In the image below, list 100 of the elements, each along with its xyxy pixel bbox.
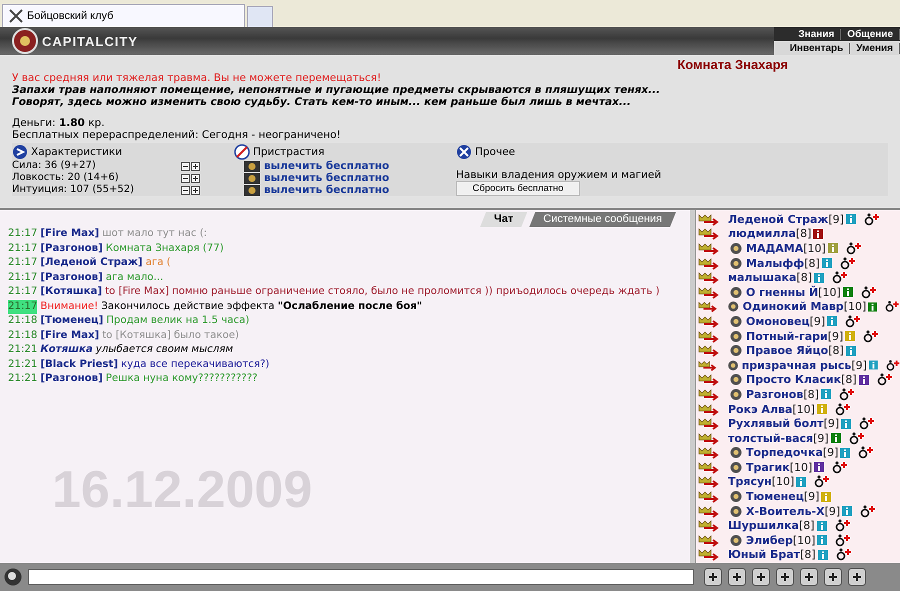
user-name[interactable]: призрачная рысь xyxy=(742,358,852,372)
message-text: ага мало... xyxy=(106,270,164,284)
message-text: было такое) xyxy=(174,328,239,342)
message-time: 21:21 xyxy=(8,343,38,357)
user-name[interactable]: Омоновец xyxy=(746,314,810,328)
recipient-text: to [Fire Max] xyxy=(105,285,169,299)
user-name[interactable]: О гненны Й xyxy=(746,286,818,299)
author-name[interactable]: [Black Priest] xyxy=(40,358,118,372)
message-text: улыбается своим мыслям xyxy=(96,343,234,357)
user-name[interactable]: людмилла xyxy=(728,227,796,240)
cure-link[interactable]: вылечить бесплатно xyxy=(264,172,390,184)
user-name[interactable]: Шуршилка xyxy=(728,519,799,532)
user-name[interactable]: Рухлявый болт xyxy=(728,417,824,430)
message-text: Комната Знахаря (77) xyxy=(106,242,224,256)
user-name[interactable]: Трясун xyxy=(728,475,772,488)
crossed-out-icon xyxy=(234,144,250,160)
message-text: куда все перекачиваются?) xyxy=(121,358,270,372)
cure-link[interactable]: вылечить бесплатно xyxy=(264,184,390,196)
message-text: шот мало тут нас (: xyxy=(102,227,208,241)
user-name[interactable]: Просто Класик xyxy=(746,373,842,386)
user-level: [9] xyxy=(828,330,844,343)
reset-button[interactable]: Сбросить бесплатно xyxy=(456,181,580,196)
plus-icon xyxy=(191,162,200,170)
user-name[interactable]: малышака xyxy=(728,271,796,284)
logo-text: CAPITALCITY xyxy=(42,34,138,48)
author-name[interactable]: [Разгонов] xyxy=(40,372,103,386)
user-level: [9] xyxy=(824,417,840,430)
browser-tab[interactable]: Бойцовский клуб xyxy=(2,4,245,27)
user-name[interactable]: Торпедочка xyxy=(746,446,823,460)
chat-tab[interactable]: Системные сообщения xyxy=(529,212,676,227)
redistribution-text: Бесплатных перераспределений: Сегодня - неограничено! xyxy=(12,129,342,141)
user-name[interactable]: МАДАМА xyxy=(746,242,804,255)
description-text: Запахи трав наполняют помещение, непонятные и пугающие предметы скрываются в пляшущих тенях... xyxy=(12,84,662,96)
user-level: [10] xyxy=(792,534,816,547)
user-level: [9] xyxy=(828,212,844,226)
nav-link[interactable]: Инвентарь xyxy=(784,42,850,54)
user-level: [8] xyxy=(841,373,857,386)
user-name[interactable]: Трагик xyxy=(746,460,790,474)
user-name[interactable]: Юный Брат xyxy=(728,548,800,562)
user-level: [8] xyxy=(800,548,816,562)
cure-link[interactable]: вылечить бесплатно xyxy=(264,160,390,172)
message-text: Закончилось действие эффекта "Ослабление после боя" xyxy=(101,300,422,314)
user-name[interactable]: Правое Яйцо xyxy=(746,344,828,358)
user-name[interactable]: Одинокий Мавр xyxy=(742,300,844,314)
room-title: Комната Знахаря xyxy=(676,57,789,72)
section-title: Пристрастия xyxy=(253,146,324,158)
recipient-text: to [Котяшка] xyxy=(102,328,171,342)
skills-label: Навыки владения оружием и магией xyxy=(456,169,662,181)
user-level: [9] xyxy=(824,504,840,518)
author-name[interactable]: [Разгонов] xyxy=(40,242,103,256)
minus-icon xyxy=(181,162,190,170)
stat-text: Сила: 36 (9+27) xyxy=(12,160,96,172)
message-time: 21:17 xyxy=(8,256,38,270)
user-name[interactable]: Малыфф xyxy=(746,256,804,270)
author-name[interactable]: [Тюменец] xyxy=(40,314,104,328)
user-level: [8] xyxy=(804,256,820,270)
money-text: Деньги: 1.80 кр. xyxy=(12,117,106,129)
message-text: Продам велик на 1.5 часа) xyxy=(106,314,250,328)
minus-icon xyxy=(181,174,190,182)
message-time: 21:17 xyxy=(8,270,38,284)
user-level: [10] xyxy=(803,242,826,255)
stat-text: Ловкость: 20 (14+6) xyxy=(12,172,119,184)
chat-input-field[interactable] xyxy=(28,569,694,585)
user-level: [10] xyxy=(818,286,841,299)
author-name[interactable]: [Разгонов] xyxy=(40,270,103,285)
author-name[interactable]: [Fire Max] xyxy=(40,227,100,242)
user-level: [10] xyxy=(844,300,866,314)
user-name[interactable]: Тюменец xyxy=(746,490,804,504)
author-name[interactable]: [Fire Max] xyxy=(40,328,100,343)
nav-link[interactable]: Знания xyxy=(792,28,842,40)
author-name[interactable]: [Котяшка] xyxy=(40,285,102,300)
warning-text: У вас средняя или тяжелая травма. Вы не можете перемещаться! xyxy=(12,72,382,84)
user-name[interactable]: Х-Воитель-Х xyxy=(746,504,825,518)
chat-tab[interactable]: Чат xyxy=(480,212,528,227)
user-name[interactable]: Леденой Страж xyxy=(728,212,828,226)
user-level: [10] xyxy=(772,475,794,488)
description-text: Говорят, здесь можно изменить свою судьбу. Стать кем-то иным... кем раньше был лишь в мечтах... xyxy=(12,96,632,108)
plus-icon xyxy=(191,174,200,182)
author-name[interactable]: [Леденой Страж] xyxy=(40,256,143,270)
user-level: [8] xyxy=(796,227,812,240)
message-time: 21:17 xyxy=(8,300,38,314)
user-name[interactable]: Разгонов xyxy=(746,388,804,401)
message-time: 21:17 xyxy=(8,285,38,299)
user-name[interactable]: толстый-вася xyxy=(728,432,814,445)
nav-link[interactable]: Общение xyxy=(841,28,900,40)
stats-icon xyxy=(12,144,28,160)
message-time: 21:21 xyxy=(8,372,38,386)
message-time: 21:17 xyxy=(8,242,38,256)
alert-label: Внимание! xyxy=(40,300,98,314)
user-level: [8] xyxy=(828,344,844,358)
message-text: ага ( xyxy=(146,256,171,270)
user-name[interactable]: Потный-гари xyxy=(746,330,828,343)
user-name[interactable]: Рокэ Алва xyxy=(728,402,792,416)
user-name[interactable]: Элибер xyxy=(746,534,793,547)
user-level: [8] xyxy=(796,271,812,284)
author-name[interactable]: Котяшка xyxy=(40,343,93,358)
user-level: [8] xyxy=(798,519,815,532)
nav-link[interactable]: Умения xyxy=(850,42,900,54)
minus-icon xyxy=(181,186,190,194)
user-level: [9] xyxy=(810,314,826,328)
